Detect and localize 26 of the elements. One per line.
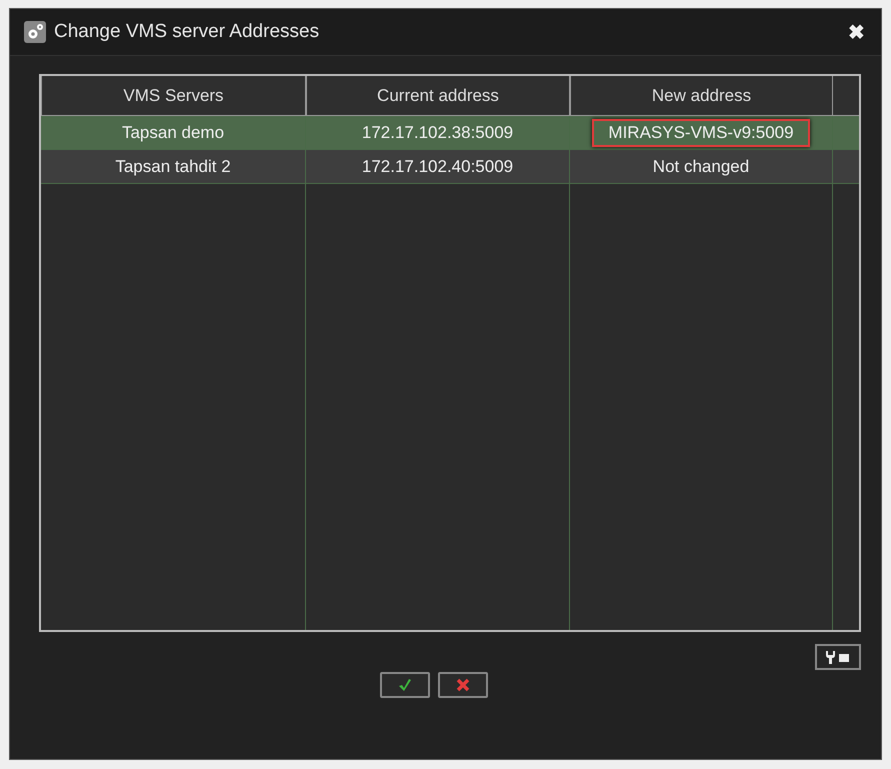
table-cell[interactable]: Tapsan tahdit 2 [41, 150, 306, 184]
cell-text: 172.17.102.38:5009 [360, 122, 514, 144]
close-icon [456, 678, 470, 692]
cell-text: Tapsan demo [120, 122, 226, 144]
cell-text: MIRASYS-VMS-v9:5009 [592, 118, 810, 146]
window-title: Change VMS server Addresses [54, 21, 320, 43]
wrench-icon [824, 650, 852, 664]
ok-button[interactable] [380, 672, 430, 698]
table-cell[interactable]: Tapsan demo [41, 116, 306, 150]
column-header[interactable]: New address [570, 76, 833, 116]
column-header[interactable]: VMS Servers [41, 76, 306, 116]
gears-icon [24, 21, 46, 43]
settings-button[interactable] [815, 644, 861, 670]
cancel-button[interactable] [438, 672, 488, 698]
table-cell[interactable]: MIRASYS-VMS-v9:5009 [570, 116, 833, 150]
table-cell[interactable]: 172.17.102.40:5009 [306, 150, 570, 184]
cell-text: Not changed [652, 156, 750, 178]
row-filler [833, 150, 859, 184]
row-filler [833, 116, 859, 150]
cell-text: Tapsan tahdit 2 [114, 156, 232, 178]
check-icon [398, 678, 412, 692]
cell-text: 172.17.102.40:5009 [360, 156, 514, 178]
table-cell[interactable]: Not changed [570, 150, 833, 184]
column-header[interactable]: Current address [306, 76, 570, 116]
close-button[interactable]: ✖ [844, 20, 869, 44]
table-cell[interactable]: 172.17.102.38:5009 [306, 116, 570, 150]
